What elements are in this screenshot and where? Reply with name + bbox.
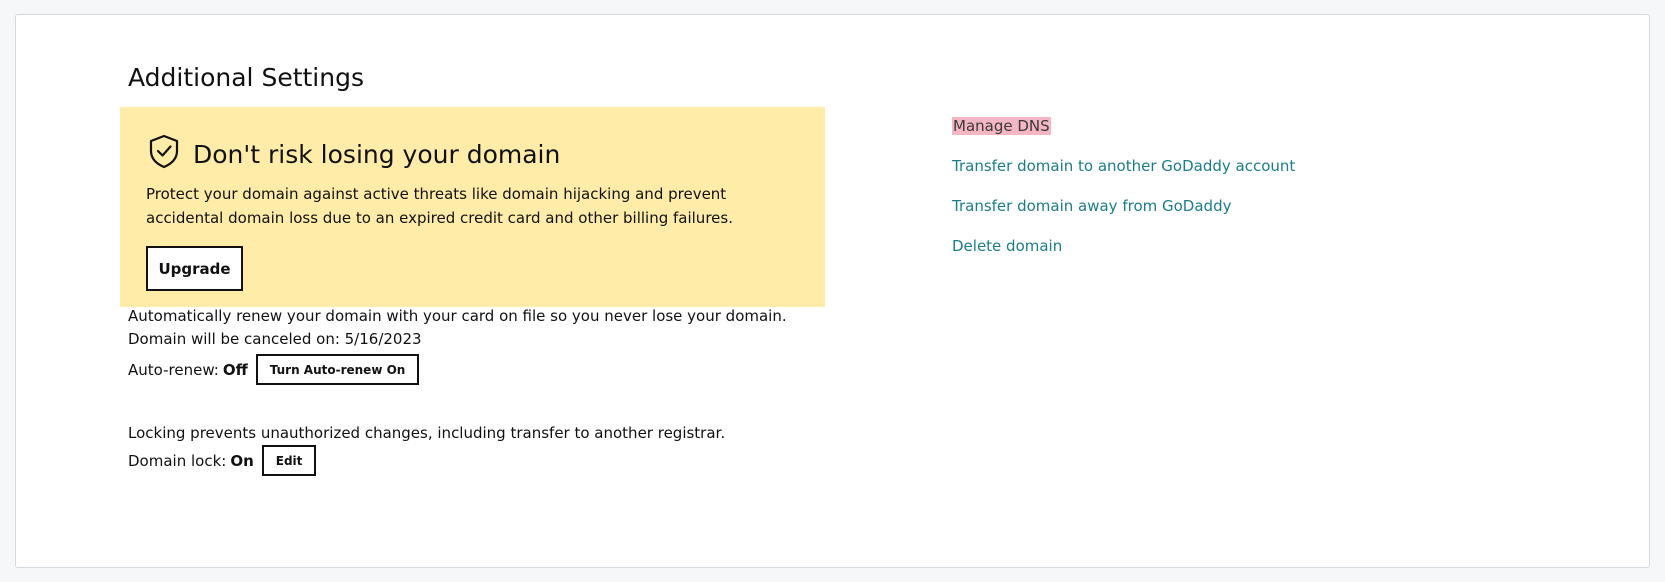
transfer-to-another-account-link[interactable]: Transfer domain to another GoDaddy accou…	[952, 157, 1295, 175]
upgrade-button[interactable]: Upgrade	[146, 246, 243, 291]
domain-lock-description: Locking prevents unauthorized changes, i…	[128, 424, 726, 442]
auto-renew-label: Auto-renew:	[128, 360, 219, 379]
page-title: Additional Settings	[128, 63, 364, 92]
settings-card: Additional Settings Don't risk losing yo…	[15, 14, 1650, 568]
edit-domain-lock-button[interactable]: Edit	[261, 445, 317, 476]
turn-auto-renew-on-button[interactable]: Turn Auto-renew On	[255, 354, 420, 385]
auto-renew-description: Automatically renew your domain with you…	[128, 307, 787, 325]
domain-lock-label: Domain lock:	[128, 451, 227, 470]
shield-check-icon	[147, 133, 181, 169]
domain-lock-status: On	[230, 451, 254, 470]
auto-renew-row: Auto-renew: Off Turn Auto-renew On	[128, 354, 420, 385]
cancel-date-text: Domain will be canceled on: 5/16/2023	[128, 330, 422, 348]
promo-description: Protect your domain against active threa…	[146, 185, 733, 227]
transfer-away-link[interactable]: Transfer domain away from GoDaddy	[952, 197, 1231, 215]
delete-domain-link[interactable]: Delete domain	[952, 237, 1062, 255]
auto-renew-status: Off	[222, 360, 248, 379]
promo-heading: Don't risk losing your domain	[193, 140, 561, 169]
manage-dns-link[interactable]: Manage DNS	[952, 117, 1051, 135]
domain-lock-row: Domain lock: On Edit	[128, 445, 317, 476]
upgrade-promo-banner: Don't risk losing your domain Protect yo…	[120, 107, 825, 307]
